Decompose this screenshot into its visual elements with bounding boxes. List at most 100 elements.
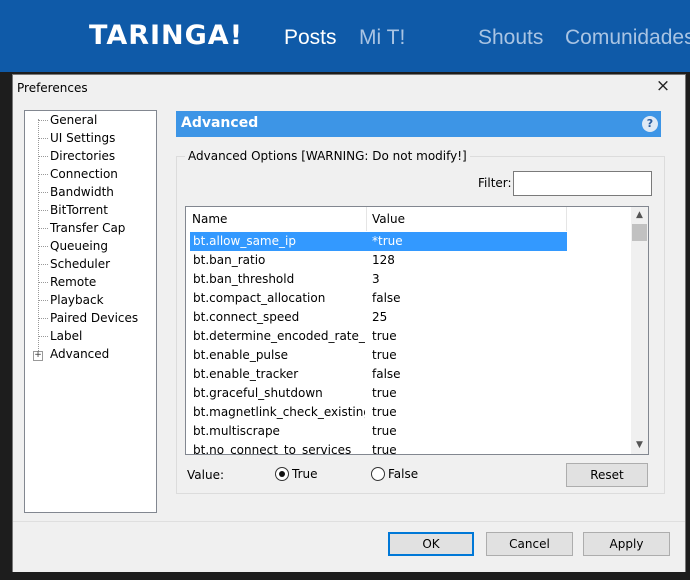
option-name: bt.ban_threshold xyxy=(193,272,295,286)
radio-false[interactable]: False xyxy=(371,466,431,482)
tree-branch xyxy=(38,246,48,247)
expand-icon[interactable]: + xyxy=(33,351,43,361)
tree-branch xyxy=(38,336,48,337)
table-row[interactable]: bt.multiscrape true xyxy=(190,422,567,441)
reset-button[interactable]: Reset xyxy=(566,463,648,487)
option-value: 25 xyxy=(372,310,388,324)
tree-branch xyxy=(38,138,48,139)
option-name: bt.no_connect_to_services xyxy=(193,443,352,455)
close-icon[interactable]: × xyxy=(653,77,673,95)
cancel-button[interactable]: Cancel xyxy=(486,532,573,556)
option-value: true xyxy=(372,424,397,438)
tree-item-general[interactable]: General xyxy=(50,111,97,129)
radio-false-label: False xyxy=(388,467,419,481)
radio-selected-dot xyxy=(279,471,285,477)
tree-branch xyxy=(38,264,48,265)
table-row[interactable]: bt.enable_pulse true xyxy=(190,346,567,365)
scroll-up-icon[interactable]: ▲ xyxy=(631,207,648,224)
option-value: true xyxy=(372,443,397,455)
scroll-down-icon[interactable]: ▼ xyxy=(631,437,648,454)
advanced-options-list[interactable]: Name Value bt.allow_same_ip *true bt.ban_r… xyxy=(185,206,649,455)
table-row[interactable]: bt.connect_speed 25 xyxy=(190,308,567,327)
category-tree[interactable]: General UI Settings Directories Connecti… xyxy=(24,110,157,513)
option-name: bt.enable_pulse xyxy=(193,348,289,362)
radio-true-circle[interactable] xyxy=(275,467,289,481)
tree-item-bittorrent[interactable]: BitTorrent xyxy=(50,201,108,219)
radio-false-circle[interactable] xyxy=(371,467,385,481)
scroll-thumb[interactable] xyxy=(632,224,647,241)
table-row[interactable]: bt.determine_encoded_rate_fo... true xyxy=(190,327,567,346)
tree-branch xyxy=(38,174,48,175)
nav-mi-t[interactable]: Mi T! xyxy=(359,26,405,50)
tree-item-advanced[interactable]: Advanced xyxy=(50,345,109,363)
option-value: *true xyxy=(372,234,403,248)
option-value: false xyxy=(372,367,401,381)
tree-item-connection[interactable]: Connection xyxy=(50,165,118,183)
table-row[interactable]: bt.allow_same_ip *true xyxy=(190,232,567,251)
filter-input[interactable] xyxy=(513,171,652,196)
option-name: bt.enable_tracker xyxy=(193,367,299,381)
option-name: bt.ban_ratio xyxy=(193,253,266,267)
radio-true[interactable]: True xyxy=(275,466,335,482)
table-row[interactable]: bt.ban_threshold 3 xyxy=(190,270,567,289)
site-header: TARINGA! Posts Mi T! Shouts Comunidades xyxy=(0,0,690,72)
tree-branch xyxy=(38,228,48,229)
option-value: true xyxy=(372,386,397,400)
value-label: Value: xyxy=(187,468,224,482)
filter-label: Filter: xyxy=(478,176,512,190)
nav-comunidades[interactable]: Comunidades xyxy=(565,26,690,50)
dialog-footer: OK Cancel Apply xyxy=(13,521,685,572)
option-name: bt.magnetlink_check_existing_... xyxy=(193,405,365,419)
radio-true-label: True xyxy=(292,467,318,481)
tree-branch xyxy=(38,300,48,301)
tree-branch xyxy=(38,210,48,211)
panel-header: Advanced ? xyxy=(176,111,661,137)
tree-branch xyxy=(38,282,48,283)
tree-item-label[interactable]: Label xyxy=(50,327,82,345)
panel-title: Advanced xyxy=(181,115,259,131)
ok-button[interactable]: OK xyxy=(388,532,474,556)
option-value: true xyxy=(372,405,397,419)
table-row[interactable]: bt.compact_allocation false xyxy=(190,289,567,308)
table-row[interactable]: bt.enable_tracker false xyxy=(190,365,567,384)
option-value: true xyxy=(372,348,397,362)
column-header-value[interactable]: Value xyxy=(372,207,567,231)
tree-item-remote[interactable]: Remote xyxy=(50,273,96,291)
option-value: 3 xyxy=(372,272,380,286)
table-row[interactable]: bt.magnetlink_check_existing_... true xyxy=(190,403,567,422)
tree-branch xyxy=(38,120,48,121)
tree-item-transfer-cap[interactable]: Transfer Cap xyxy=(50,219,125,237)
tree-item-scheduler[interactable]: Scheduler xyxy=(50,255,110,273)
tree-item-ui-settings[interactable]: UI Settings xyxy=(50,129,115,147)
site-logo[interactable]: TARINGA! xyxy=(89,20,243,51)
column-header-name[interactable]: Name xyxy=(192,207,367,231)
tree-branch xyxy=(38,318,48,319)
tree-branch xyxy=(38,192,48,193)
option-value: true xyxy=(372,329,397,343)
option-name: bt.multiscrape xyxy=(193,424,280,438)
option-name: bt.allow_same_ip xyxy=(193,234,296,248)
group-title: Advanced Options [WARNING: Do not modify… xyxy=(185,149,470,163)
option-name: bt.determine_encoded_rate_fo... xyxy=(193,329,365,343)
table-row[interactable]: bt.graceful_shutdown true xyxy=(190,384,567,403)
apply-button[interactable]: Apply xyxy=(583,532,670,556)
nav-shouts[interactable]: Shouts xyxy=(478,26,543,50)
tree-item-queueing[interactable]: Queueing xyxy=(50,237,108,255)
option-value: 128 xyxy=(372,253,395,267)
option-value: false xyxy=(372,291,401,305)
tree-branch xyxy=(38,156,48,157)
option-name: bt.graceful_shutdown xyxy=(193,386,323,400)
table-row[interactable]: bt.ban_ratio 128 xyxy=(190,251,567,270)
table-row[interactable]: bt.no_connect_to_services true xyxy=(190,441,567,455)
option-name: bt.compact_allocation xyxy=(193,291,326,305)
tree-item-bandwidth[interactable]: Bandwidth xyxy=(50,183,114,201)
tree-connector xyxy=(38,119,39,359)
tree-item-playback[interactable]: Playback xyxy=(50,291,104,309)
option-name: bt.connect_speed xyxy=(193,310,300,324)
tree-item-directories[interactable]: Directories xyxy=(50,147,115,165)
tree-item-paired-devices[interactable]: Paired Devices xyxy=(50,309,138,327)
vertical-scrollbar[interactable]: ▲ ▼ xyxy=(631,207,648,454)
help-icon[interactable]: ? xyxy=(642,116,658,132)
nav-posts[interactable]: Posts xyxy=(284,26,337,50)
preferences-dialog: Preferences × General UI Settings Direct… xyxy=(12,74,686,572)
